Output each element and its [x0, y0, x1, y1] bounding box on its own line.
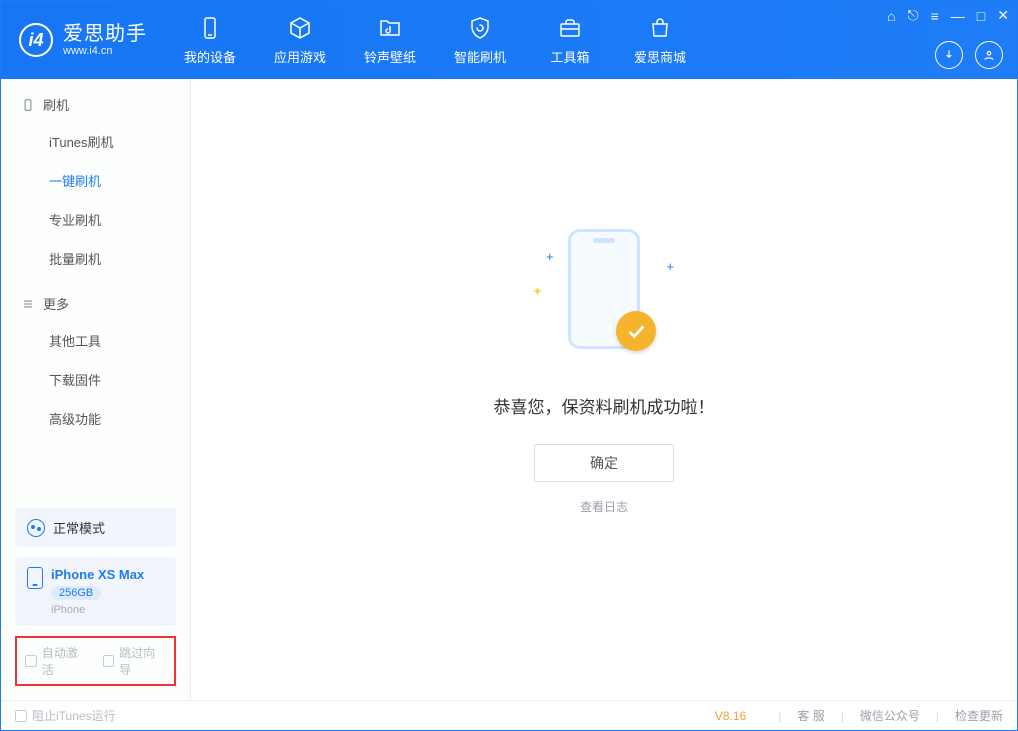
sidebar-section-more: 更多: [1, 278, 190, 321]
list-icon: [21, 297, 35, 311]
top-tabs: 我的设备 应用游戏 铃声壁纸 智能刷机: [165, 1, 705, 79]
device-name: iPhone XS Max: [51, 567, 144, 582]
titlebar: i4 爱思助手 www.i4.cn 我的设备 应用游戏: [1, 1, 1017, 79]
success-message: 恭喜您，保资料刷机成功啦！: [494, 393, 715, 418]
checkbox-box-icon: [103, 655, 115, 667]
bag-icon: [647, 15, 673, 41]
tab-label: 应用游戏: [274, 47, 326, 66]
sidebar-bottom: 正常模式 iPhone XS Max 256GB iPhone 自动激活: [1, 498, 190, 700]
mode-label: 正常模式: [53, 518, 105, 537]
logo-text: 爱思助手 www.i4.cn: [63, 23, 147, 57]
tab-my-device[interactable]: 我的设备: [165, 1, 255, 79]
options-highlight: 自动激活 跳过向导: [15, 636, 176, 686]
logo-subtitle: www.i4.cn: [63, 45, 147, 57]
tab-label: 智能刷机: [454, 47, 506, 66]
logo-title: 爱思助手: [63, 23, 147, 45]
body: 刷机 iTunes刷机 一键刷机 专业刷机 批量刷机 更多 其他工具 下载固件 …: [1, 79, 1017, 700]
logo-icon: i4: [19, 23, 53, 57]
device-capacity: 256GB: [51, 586, 101, 600]
sidebar-scroll: 刷机 iTunes刷机 一键刷机 专业刷机 批量刷机 更多 其他工具 下载固件 …: [1, 79, 190, 498]
tab-store[interactable]: 爱思商城: [615, 1, 705, 79]
checkbox-label: 自动激活: [42, 644, 89, 678]
download-button[interactable]: [935, 41, 963, 69]
shirt-icon[interactable]: ⌂: [887, 8, 895, 24]
link-update[interactable]: 检查更新: [955, 707, 1003, 724]
sparkle-icon: +: [546, 249, 554, 264]
sidebar-section-flash: 刷机: [1, 79, 190, 122]
link-wechat[interactable]: 微信公众号: [860, 707, 920, 724]
checkbox-skip-guide[interactable]: 跳过向导: [103, 644, 167, 678]
sidebar: 刷机 iTunes刷机 一键刷机 专业刷机 批量刷机 更多 其他工具 下载固件 …: [1, 79, 191, 700]
version-label: V8.16: [715, 709, 746, 723]
close-icon[interactable]: ✕: [997, 7, 1009, 24]
sidebar-item-onekey-flash[interactable]: 一键刷机: [1, 161, 190, 200]
phone-icon: [27, 567, 43, 589]
device-type: iPhone: [51, 604, 144, 616]
sidebar-item-batch-flash[interactable]: 批量刷机: [1, 239, 190, 278]
device-text: iPhone XS Max 256GB iPhone: [51, 567, 144, 616]
sidebar-item-other-tools[interactable]: 其他工具: [1, 321, 190, 360]
shield-refresh-icon: [467, 15, 493, 41]
checkbox-label: 阻止iTunes运行: [32, 707, 116, 724]
ok-button[interactable]: 确定: [534, 444, 674, 482]
checkbox-box-icon: [25, 655, 37, 667]
tab-label: 我的设备: [184, 47, 236, 66]
cube-icon: [287, 15, 313, 41]
section-title: 更多: [43, 294, 69, 313]
link-service[interactable]: 客 服: [797, 707, 824, 724]
checkbox-auto-activate[interactable]: 自动激活: [25, 644, 89, 678]
window-controls: ⌂ ⎋ ≡ — □ ✕: [887, 7, 1009, 24]
sidebar-item-itunes-flash[interactable]: iTunes刷机: [1, 122, 190, 161]
separator: |: [778, 709, 781, 723]
tab-flash[interactable]: 智能刷机: [435, 1, 525, 79]
sparkle-icon: ✦: [532, 284, 543, 300]
tab-label: 爱思商城: [634, 47, 686, 66]
music-folder-icon: [377, 15, 403, 41]
sparkle-icon: +: [666, 259, 674, 274]
tab-ringtones[interactable]: 铃声壁纸: [345, 1, 435, 79]
toolbox-icon: [557, 15, 583, 41]
statusbar-left: 阻止iTunes运行: [15, 707, 116, 724]
sidebar-item-pro-flash[interactable]: 专业刷机: [1, 200, 190, 239]
user-button[interactable]: [975, 41, 1003, 69]
view-log-link[interactable]: 查看日志: [580, 498, 628, 515]
maximize-icon[interactable]: □: [977, 8, 985, 24]
app-window: i4 爱思助手 www.i4.cn 我的设备 应用游戏: [0, 0, 1018, 731]
sidebar-item-download-fw[interactable]: 下载固件: [1, 360, 190, 399]
tab-apps[interactable]: 应用游戏: [255, 1, 345, 79]
statusbar: 阻止iTunes运行 V8.16 | 客 服 | 微信公众号 | 检查更新: [1, 700, 1017, 730]
main-content: ✦ + + 恭喜您，保资料刷机成功啦！ 确定 查看日志: [191, 79, 1017, 700]
device-card[interactable]: iPhone XS Max 256GB iPhone: [15, 557, 176, 626]
tab-label: 工具箱: [550, 47, 589, 66]
mode-icon: [27, 519, 45, 537]
lock-icon[interactable]: ⎋: [908, 7, 919, 24]
section-title: 刷机: [43, 95, 69, 114]
sidebar-item-advanced[interactable]: 高级功能: [1, 399, 190, 438]
title-right-actions: [935, 41, 1003, 69]
separator: |: [841, 709, 844, 723]
checkbox-label: 跳过向导: [119, 644, 166, 678]
success-illustration: ✦ + +: [524, 229, 684, 369]
phone-icon: [197, 15, 223, 41]
phone-icon: [21, 98, 35, 112]
separator: |: [936, 709, 939, 723]
minimize-icon[interactable]: —: [951, 8, 965, 24]
logo[interactable]: i4 爱思助手 www.i4.cn: [1, 1, 165, 79]
mode-card[interactable]: 正常模式: [15, 508, 176, 547]
check-badge-icon: [616, 311, 656, 351]
menu-icon[interactable]: ≡: [931, 8, 939, 24]
tab-toolbox[interactable]: 工具箱: [525, 1, 615, 79]
checkbox-box-icon: [15, 710, 27, 722]
tab-label: 铃声壁纸: [364, 47, 416, 66]
checkbox-block-itunes[interactable]: 阻止iTunes运行: [15, 707, 116, 724]
